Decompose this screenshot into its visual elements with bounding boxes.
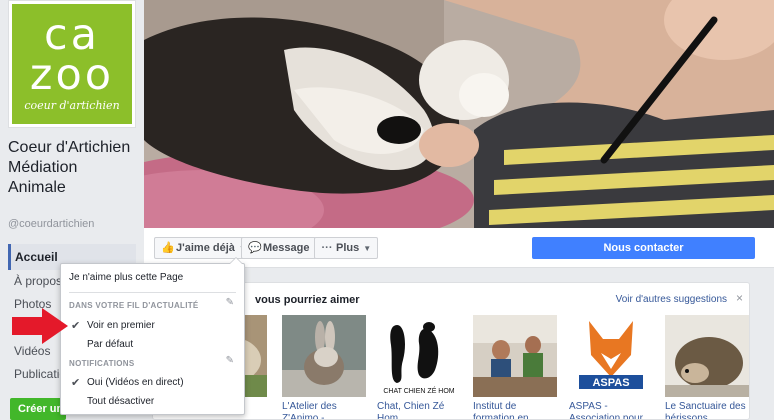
more-button[interactable]: ··· Plus ▼: [314, 237, 379, 259]
see-more-suggestions-link[interactable]: Voir d'autres suggestions: [616, 294, 727, 305]
page-title[interactable]: Coeur d'Artichien Médiation Animale: [8, 138, 138, 198]
thumbs-up-icon: 👍: [161, 242, 175, 254]
more-button-label: Plus: [336, 242, 360, 254]
message-button[interactable]: 💬Message: [241, 237, 317, 259]
checkmark-icon: ✔: [71, 320, 81, 332]
more-icon: ···: [321, 242, 333, 254]
chevron-down-icon: ▼: [363, 244, 372, 253]
pencil-icon[interactable]: ✎: [226, 297, 234, 308]
logo-text-line2: zoo: [29, 50, 115, 100]
menu-section-feed: DANS VOTRE FIL D'ACTUALITÉ: [69, 301, 199, 310]
checkmark-icon: ✔: [71, 377, 81, 389]
menu-item-see-first[interactable]: ✔ Voir en premier: [61, 317, 244, 335]
menu-item-unlike-label: Je n'aime plus cette Page: [69, 272, 184, 283]
profile-picture[interactable]: ca zoo coeur d'artichien: [8, 0, 136, 128]
menu-item-notifications-on-label: Oui (Vidéos en direct): [87, 377, 184, 388]
cover-image: [144, 0, 774, 228]
menu-item-disable-all-label: Tout désactiver: [87, 396, 155, 407]
suggestion-name[interactable]: Le Sanctuaire des hérissons: [665, 401, 749, 419]
message-icon: 💬: [248, 242, 262, 254]
menu-section-notifications: NOTIFICATIONS: [69, 359, 135, 368]
suggestion-name[interactable]: Chat, Chien Zé Hom: [377, 401, 461, 419]
liked-button-label: J'aime déjà: [176, 242, 235, 254]
menu-item-notifications-on[interactable]: ✔ Oui (Vidéos en direct): [61, 374, 244, 392]
contact-us-button[interactable]: Nous contacter: [532, 237, 755, 259]
page-handle[interactable]: @coeurdartichien: [8, 218, 94, 230]
suggestion-image: CHAT CHIEN ZÉ HOM: [377, 315, 461, 397]
suggestion-card[interactable]: ASPAS ASPAS - Association pour: [569, 315, 653, 419]
suggestions-title: vous pourriez aimer: [255, 294, 360, 306]
create-page-button[interactable]: Créer une Page: [10, 398, 66, 420]
suggestion-image: ASPAS: [569, 315, 653, 397]
message-button-label: Message: [263, 242, 310, 254]
menu-item-see-first-label: Voir en premier: [87, 320, 155, 331]
suggestion-name[interactable]: ASPAS - Association pour: [569, 401, 653, 419]
svg-text:CHAT CHIEN ZÉ HOM: CHAT CHIEN ZÉ HOM: [383, 386, 454, 395]
suggestion-image: [665, 315, 749, 397]
menu-divider: [69, 292, 236, 293]
menu-item-default-label: Par défaut: [87, 339, 134, 350]
suggestion-image: [282, 315, 366, 397]
svg-text:ASPAS: ASPAS: [592, 377, 629, 389]
page-logo: ca zoo coeur d'artichien: [12, 4, 132, 124]
suggestion-card[interactable]: L'Atelier des Z'Animo -: [282, 315, 366, 419]
logo-text-line3: coeur d'artichien: [24, 99, 120, 112]
suggestion-card[interactable]: Le Sanctuaire des hérissons: [665, 315, 749, 419]
suggestion-name[interactable]: Institut de formation en: [473, 401, 557, 419]
menu-arrow-inner: [230, 258, 242, 264]
suggestion-card[interactable]: Institut de formation en: [473, 315, 557, 419]
suggestion-name[interactable]: L'Atelier des Z'Animo -: [282, 401, 366, 419]
menu-item-unlike[interactable]: Je n'aime plus cette Page: [61, 269, 244, 287]
cover-photo[interactable]: [144, 0, 774, 228]
menu-item-default[interactable]: Par défaut: [61, 336, 244, 354]
liked-button[interactable]: 👍J'aime déjà▼: [154, 237, 254, 259]
menu-item-disable-all[interactable]: Tout désactiver: [61, 393, 244, 411]
red-arrow-icon: [12, 308, 68, 349]
pencil-icon[interactable]: ✎: [226, 355, 234, 366]
suggestion-image: [473, 315, 557, 397]
liked-dropdown-menu: Je n'aime plus cette Page DANS VOTRE FIL…: [60, 257, 245, 415]
suggestion-card[interactable]: CHAT CHIEN ZÉ HOM Chat, Chien Zé Hom: [377, 315, 461, 419]
close-icon[interactable]: ×: [736, 291, 743, 305]
